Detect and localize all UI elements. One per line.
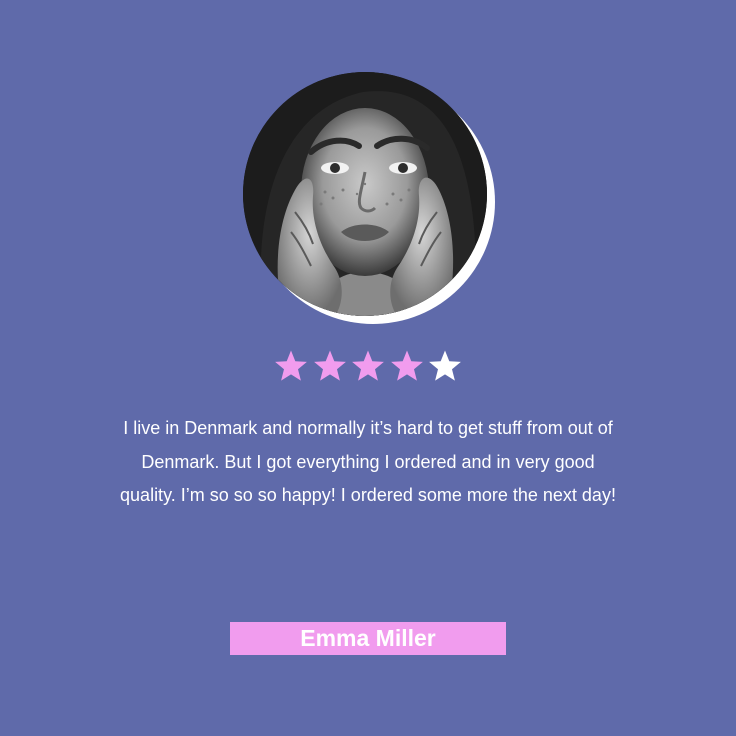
testimonial-quote: I live in Denmark and normally it’s hard… [120, 418, 616, 505]
avatar-container [243, 72, 495, 324]
star-icon [427, 349, 463, 385]
star-rating [273, 349, 463, 387]
avatar [243, 72, 487, 316]
star-icon [389, 349, 425, 385]
star-icon [273, 349, 309, 385]
author-name-badge: Emma Miller [230, 622, 506, 655]
star-icon [312, 349, 348, 385]
star-icon [350, 349, 386, 385]
testimonial-card: I live in Denmark and normally it’s hard… [0, 0, 736, 736]
